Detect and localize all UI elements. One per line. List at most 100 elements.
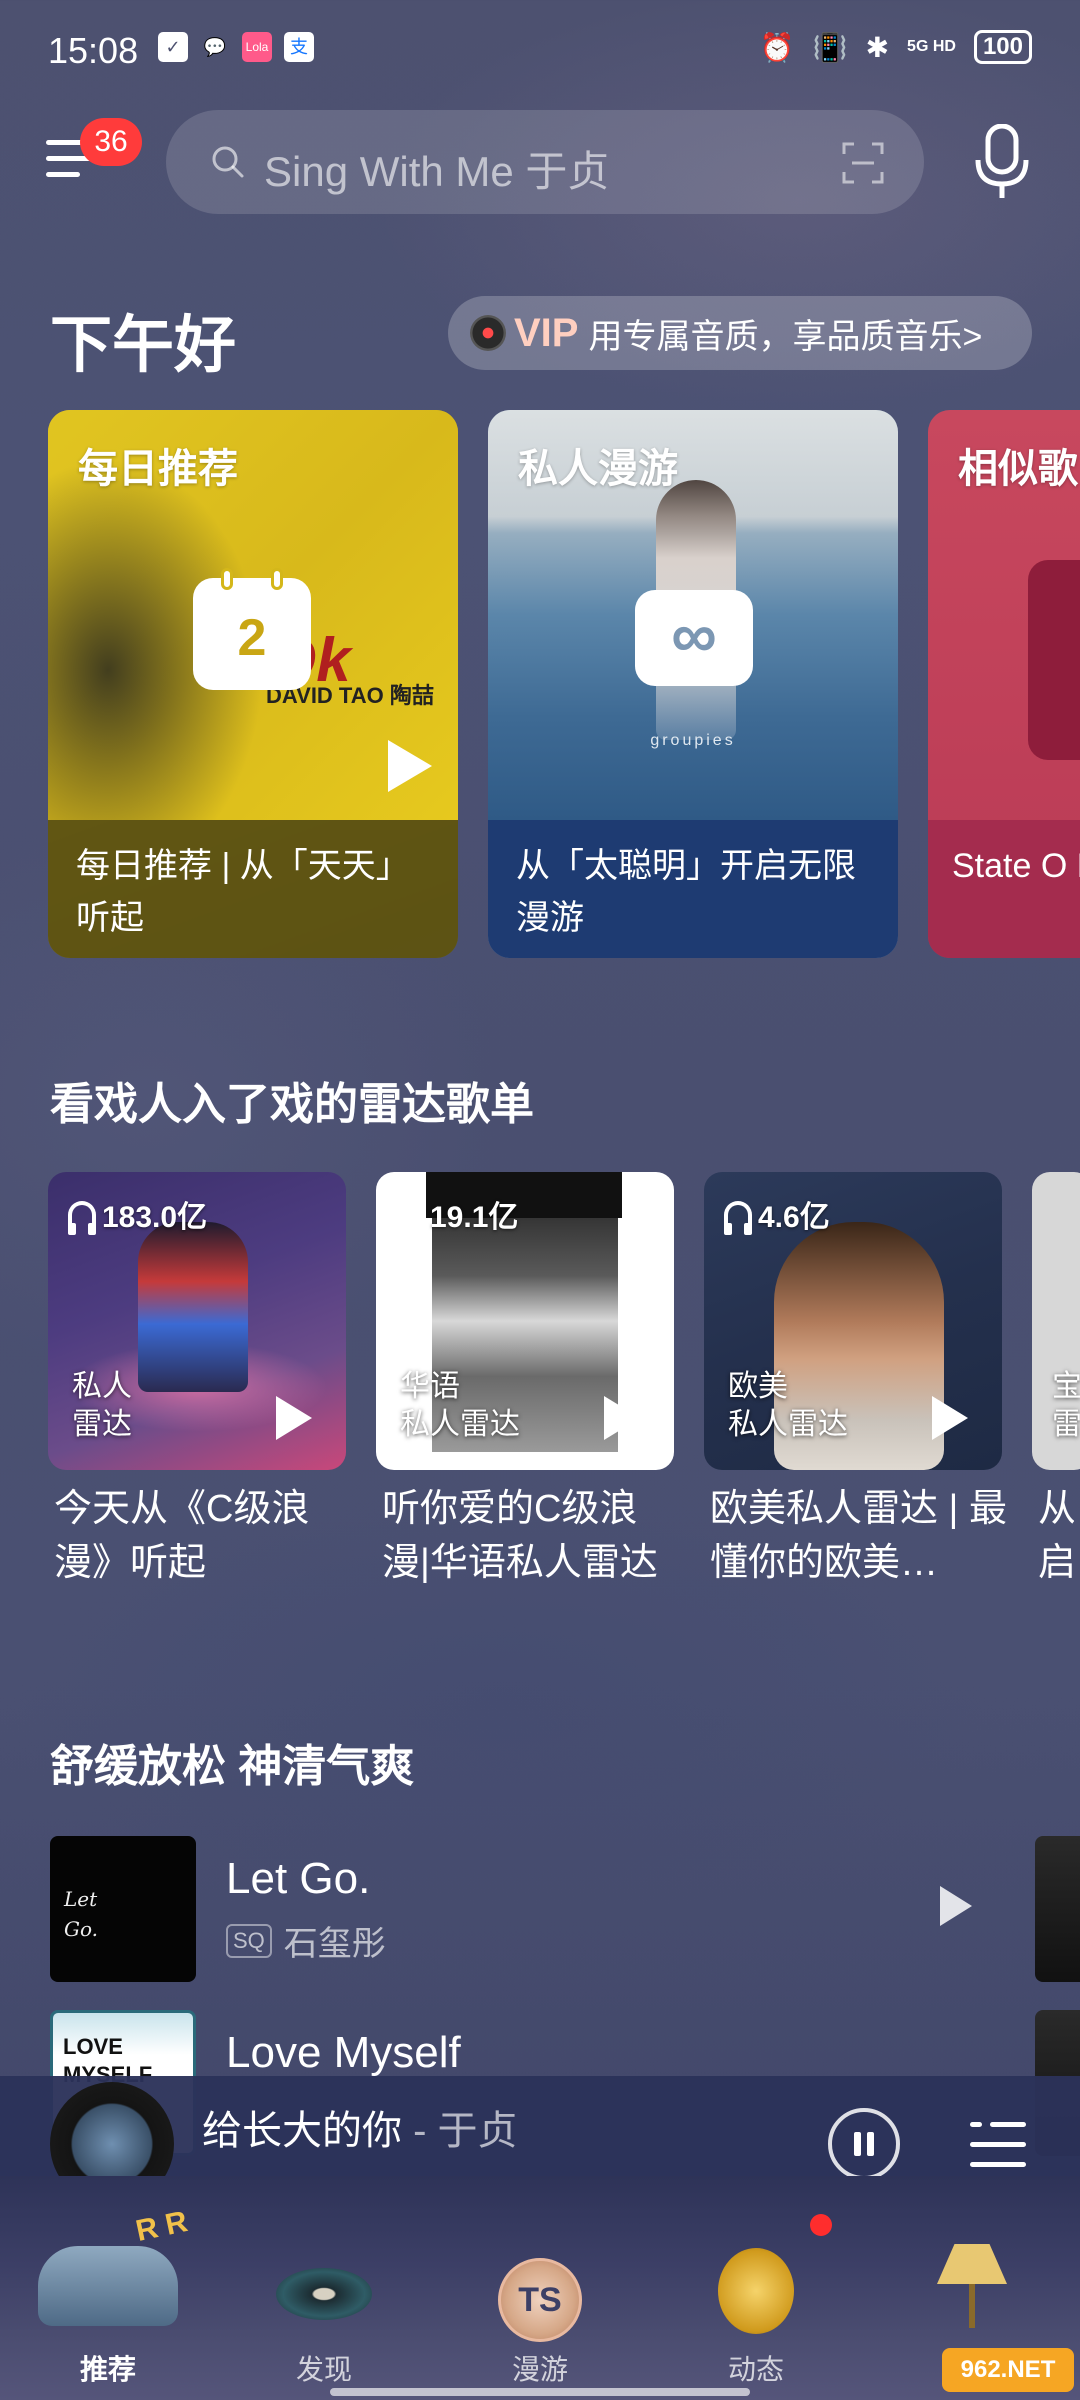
cover-text: groupies	[650, 732, 736, 749]
vinyl-icon	[470, 315, 506, 351]
cover-text: Let Go.	[64, 1887, 99, 1941]
search-placeholder: Sing With Me 于贞	[264, 148, 610, 195]
home-indicator[interactable]	[330, 2388, 750, 2396]
radar-caption[interactable]: 欧美私人雷达 | 最懂你的欧美…	[710, 1482, 1008, 1590]
infinity-symbol: ∞	[671, 599, 717, 671]
ts-badge-icon: TS	[498, 2258, 582, 2342]
headphone-icon	[396, 1201, 424, 1235]
radar-label: 宝雷	[1052, 1368, 1080, 1444]
search-input[interactable]: Sing With Me 于贞	[166, 110, 924, 214]
song-title: Love Myself	[226, 2028, 461, 2077]
similar-songs-card[interactable]: 相似歌 State O Будапе	[928, 410, 1080, 958]
radar-label: 私人 雷达	[72, 1368, 132, 1444]
playlist-icon	[970, 2122, 982, 2127]
similar-cover-image	[1028, 560, 1080, 760]
calendar-day: 2	[237, 609, 267, 667]
play-icon[interactable]	[388, 740, 432, 792]
now-playing-artist: 于贞	[437, 2109, 518, 2153]
song-meta: SQ 石玺彤	[226, 1916, 386, 1965]
song-artist: 石玺彤	[283, 1925, 386, 1963]
playlist-icon-line	[990, 2122, 1026, 2127]
card-subtitle: 每日推荐 | 从「天天」听起	[48, 820, 458, 958]
card-title: 私人漫游	[518, 447, 678, 491]
greeting-title: 下午好	[50, 311, 237, 380]
tab-moments[interactable]: 动态	[648, 2176, 864, 2400]
headphone-icon	[68, 1201, 96, 1235]
telephone-icon	[38, 2246, 178, 2326]
calendar-icon: 2	[193, 568, 311, 690]
play-count: 4.6亿	[724, 1192, 830, 1236]
radar-playlist-card[interactable]: 4.6亿 欧美私人雷达	[704, 1172, 1002, 1470]
search-icon	[212, 146, 244, 178]
lamp-stem	[969, 2284, 975, 2328]
scan-icon[interactable]	[842, 142, 884, 184]
chat-icon: 💬	[203, 37, 227, 57]
pocket-watch-icon	[718, 2248, 794, 2334]
cover-art-figure	[138, 1222, 248, 1392]
now-playing-separator: -	[402, 2109, 438, 2153]
radar-section-title: 看戏人入了戏的雷达歌单	[50, 1080, 534, 1129]
notification-dot	[810, 2214, 832, 2236]
tab-discover[interactable]: 发现	[216, 2176, 432, 2400]
calendar-ring	[271, 568, 283, 590]
song-row[interactable]: Let Go. Let Go. SQ 石玺彤	[50, 1836, 1080, 1982]
radar-caption[interactable]: 听你爱的C级浪漫|华语私人雷达	[382, 1482, 680, 1590]
notification-badge: 36	[80, 118, 142, 166]
vibrate-icon: 📳	[812, 31, 848, 63]
play-count-value: 4.6亿	[758, 1201, 830, 1234]
card-subtitle: State O Будапе	[928, 820, 1080, 958]
pause-button[interactable]	[828, 2108, 900, 2180]
playlist-icon-line	[970, 2142, 1026, 2147]
radar-playlist-card[interactable]: 宝雷	[1032, 1172, 1080, 1470]
tab-label: 推荐	[79, 2354, 136, 2385]
vip-label: VIP	[514, 310, 579, 355]
vip-text: 用专属音质，享品质音乐>	[588, 317, 983, 356]
play-icon[interactable]	[604, 1396, 640, 1440]
daily-recommend-card[interactable]: Ok DAVID TAO 陶喆 每日推荐 2 每日推荐 | 从「天天」听起	[48, 410, 458, 958]
radar-label-line1: 欧美	[728, 1370, 788, 1403]
site-watermark: 962.NET	[942, 2348, 1074, 2392]
menu-icon-line	[46, 172, 80, 177]
now-playing-title[interactable]: 给长大的你 - 于贞	[202, 2098, 518, 2156]
network-label: 5G HD	[907, 38, 956, 55]
clipboard-icon: ✓	[158, 32, 188, 62]
vip-banner[interactable]: VIP 用专属音质，享品质音乐>	[448, 296, 1032, 370]
notification-icons: ✓ 💬 Lola 支	[158, 32, 314, 62]
radar-label: 欧美 私人雷达	[728, 1368, 848, 1444]
play-icon[interactable]	[932, 1396, 968, 1440]
lamp-shade	[937, 2244, 1007, 2284]
radar-caption[interactable]: 从启	[1038, 1482, 1074, 1590]
tab-label: 动态	[727, 2354, 784, 2385]
radar-label-line2: 雷	[1052, 1408, 1080, 1441]
radar-playlist-card[interactable]: 19.1亿 华语 私人雷达	[376, 1172, 674, 1470]
play-count-value: 183.0亿	[102, 1201, 208, 1234]
radar-label-line1: 私人	[72, 1370, 132, 1403]
now-playing-song: 给长大的你	[202, 2109, 402, 2153]
play-icon[interactable]	[940, 1886, 972, 1926]
sq-badge: SQ	[226, 1923, 272, 1958]
lamp-icon	[937, 2244, 1007, 2334]
radar-playlist-card[interactable]: 183.0亿 私人 雷达	[48, 1172, 346, 1470]
infinity-icon: ∞	[635, 590, 753, 686]
song-title: Let Go.	[226, 1854, 371, 1903]
play-icon[interactable]	[276, 1396, 312, 1440]
alipay-icon: 支	[284, 32, 314, 62]
app-icon: Lola	[242, 32, 272, 62]
tab-roam[interactable]: TS 漫游	[432, 2176, 648, 2400]
next-column-thumb[interactable]	[1035, 1836, 1080, 1982]
microphone-icon[interactable]	[974, 124, 1030, 200]
private-roam-card[interactable]: groupies 私人漫游 ∞ 从「太聪明」开启无限漫游	[488, 410, 898, 958]
card-title: 相似歌	[958, 447, 1078, 491]
record-icon	[276, 2268, 372, 2320]
radar-label-line2: 私人雷达	[728, 1408, 848, 1441]
tab-label: 发现	[295, 2354, 352, 2385]
radar-label: 华语 私人雷达	[400, 1368, 520, 1444]
bluetooth-icon: ✱	[865, 31, 890, 63]
play-count: 19.1亿	[396, 1192, 518, 1236]
battery-icon: 100	[973, 30, 1032, 64]
playlist-button[interactable]	[970, 2122, 1026, 2170]
status-bar: 15:08 ✓ 💬 Lola 支 ⏰ 📳 ✱ 5G HD 100	[0, 0, 1080, 100]
radar-caption[interactable]: 今天从《C级浪漫》听起	[54, 1482, 352, 1590]
radar-label-line1: 华语	[400, 1370, 460, 1403]
relax-section-title: 舒缓放松 神清气爽	[50, 1742, 415, 1791]
